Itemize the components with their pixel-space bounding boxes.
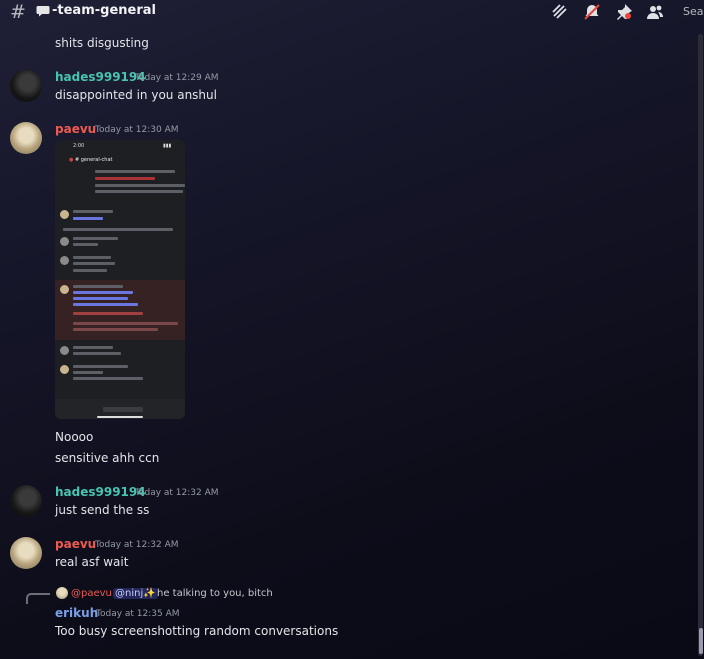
username[interactable]: hades999194 — [55, 485, 146, 499]
message-text: Too busy screenshotting random conversat… — [55, 624, 339, 638]
channel-name: -team-general — [52, 3, 156, 18]
message-text: shits disgusting — [55, 36, 149, 50]
avatar[interactable] — [10, 485, 42, 517]
reply-author[interactable]: @paevu — [71, 588, 112, 599]
phone-input-bar — [55, 399, 185, 419]
username[interactable]: paevu — [55, 537, 96, 551]
timestamp: Today at 12:32 AM — [135, 488, 219, 498]
phone-status-bar: 2:00 ▮▮▮ — [55, 140, 185, 150]
search-input[interactable]: Sear — [683, 5, 704, 18]
username[interactable]: hades999194 — [55, 70, 146, 84]
avatar[interactable] — [10, 537, 42, 569]
member-list-icon[interactable] — [646, 3, 664, 21]
highlighted-message — [55, 280, 185, 340]
message-text: real asf wait — [55, 555, 129, 569]
speech-bubble-icon — [36, 6, 50, 17]
phone-time: 2:00 — [73, 143, 85, 149]
avatar[interactable] — [10, 122, 42, 154]
reply-preview-text[interactable]: he talking to you, bitch — [157, 588, 273, 599]
username[interactable]: erikuh — [55, 606, 98, 620]
message-text: disappointed in you anshul — [55, 88, 217, 102]
hash-icon: # — [10, 1, 26, 23]
timestamp: Today at 12:32 AM — [95, 540, 179, 550]
threads-icon[interactable] — [551, 3, 569, 21]
scrollbar-track[interactable] — [698, 34, 703, 656]
phone-channel-title: general-chat — [80, 157, 113, 163]
pin-icon[interactable] — [615, 3, 633, 21]
phone-battery-icon: ▮▮▮ — [163, 143, 172, 149]
avatar[interactable] — [10, 70, 42, 102]
image-attachment[interactable]: 2:00 ▮▮▮ ● # general-chat — [55, 140, 185, 419]
reply-connector — [26, 593, 50, 604]
timestamp: Today at 12:29 AM — [135, 73, 219, 83]
message-text: sensitive ahh ccn — [55, 451, 160, 465]
timestamp: Today at 12:30 AM — [95, 125, 179, 135]
reply-avatar — [56, 587, 68, 599]
message-text: Noooo — [55, 430, 94, 444]
message-text: just send the ss — [55, 503, 150, 517]
channel-header: # -team-general Sear — [0, 0, 704, 26]
scrollbar-thumb[interactable] — [699, 628, 703, 654]
reply-mention[interactable]: @ninj✨ — [113, 588, 158, 599]
phone-channel-header: ● # general-chat — [69, 157, 113, 163]
mute-bell-icon[interactable] — [583, 3, 601, 21]
timestamp: Today at 12:35 AM — [96, 609, 180, 619]
username[interactable]: paevu — [55, 122, 96, 136]
